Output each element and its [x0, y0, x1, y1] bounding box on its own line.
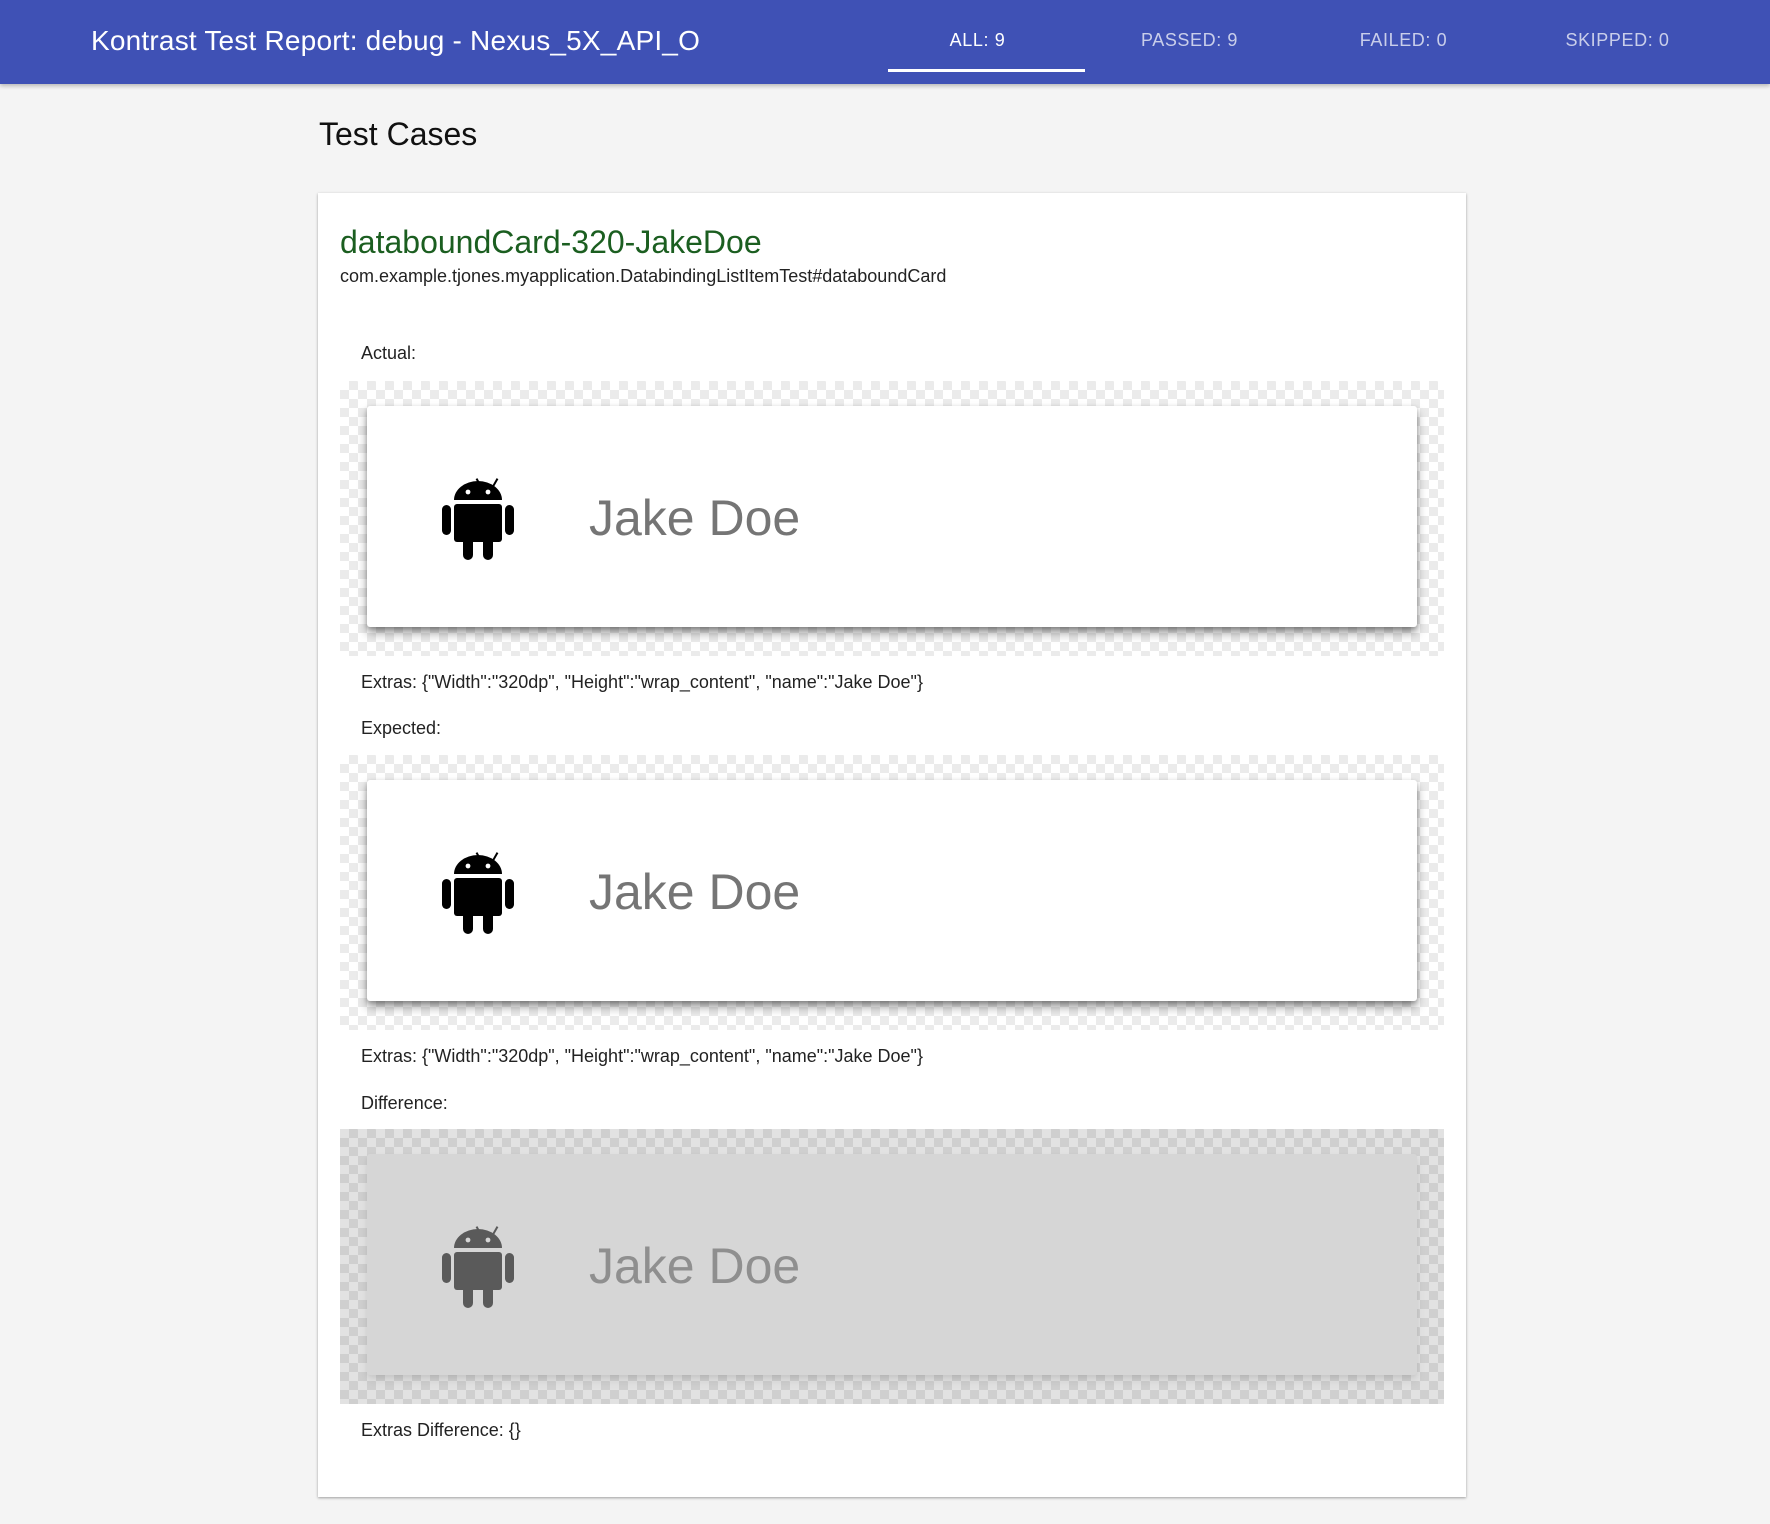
expected-extras: Extras: {"Width":"320dp", "Height":"wrap…	[361, 1046, 923, 1066]
tab-all[interactable]: ALL: 9	[870, 0, 1085, 84]
expected-label: Expected:	[361, 718, 442, 738]
tab-passed[interactable]: PASSED: 9	[1082, 0, 1297, 84]
tab-failed-label: FAILED: 0	[1359, 30, 1448, 50]
actual-label: Actual:	[361, 343, 417, 363]
tab-skipped-label: SKIPPED: 0	[1565, 30, 1670, 50]
android-icon	[442, 478, 514, 560]
section-title: Test Cases	[319, 116, 478, 152]
rendered-card: Jake Doe	[367, 406, 1417, 627]
android-icon	[442, 1226, 514, 1308]
active-tab-indicator	[888, 69, 1085, 72]
app-title: Kontrast Test Report: debug - Nexus_5X_A…	[91, 25, 701, 56]
extras-difference: Extras Difference: {}	[361, 1420, 521, 1440]
top-app-bar: Kontrast Test Report: debug - Nexus_5X_A…	[0, 0, 1770, 84]
rendered-name: Jake Doe	[589, 490, 801, 546]
tab-skipped[interactable]: SKIPPED: 0	[1510, 0, 1725, 84]
expected-snapshot: Jake Doe	[340, 755, 1444, 1030]
tab-passed-label: PASSED: 9	[1140, 30, 1239, 50]
rendered-card: Jake Doe	[367, 780, 1417, 1001]
tab-all-label: ALL: 9	[949, 30, 1006, 50]
actual-snapshot: Jake Doe	[340, 381, 1444, 656]
difference-snapshot: Jake Doe	[340, 1129, 1444, 1404]
actual-extras: Extras: {"Width":"320dp", "Height":"wrap…	[361, 672, 923, 692]
rendered-name: Jake Doe	[589, 864, 801, 920]
test-case-name: databoundCard-320-JakeDoe	[340, 224, 762, 260]
android-icon	[442, 852, 514, 934]
difference-label: Difference:	[361, 1093, 448, 1113]
tab-failed[interactable]: FAILED: 0	[1296, 0, 1511, 84]
test-case-class: com.example.tjones.myapplication.Databin…	[340, 266, 947, 286]
rendered-card: Jake Doe	[367, 1154, 1417, 1375]
test-case-card: databoundCard-320-JakeDoe com.example.tj…	[318, 193, 1466, 1497]
rendered-name: Jake Doe	[589, 1238, 801, 1294]
